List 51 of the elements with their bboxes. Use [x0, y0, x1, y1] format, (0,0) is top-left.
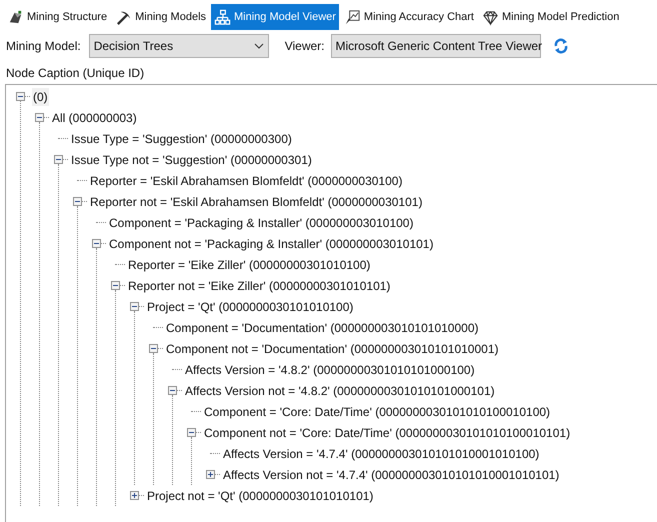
tree-node-label[interactable]: Component not = 'Documentation' (000000003010101010001) — [165, 340, 500, 358]
collapse-icon[interactable] — [92, 239, 101, 248]
tab[interactable]: Mining Accuracy Chart — [340, 4, 477, 30]
column-header: Node Caption (Unique ID) — [6, 65, 144, 82]
tree-node-label[interactable]: (0) — [32, 88, 49, 106]
tree-node-label[interactable]: Issue Type = 'Suggestion' (00000000300) — [70, 130, 293, 148]
tree-node-label[interactable]: Affects Version not = '4.7.4' (000000003010101010001010101) — [222, 466, 560, 484]
tab[interactable]: Mining Structure — [4, 4, 110, 30]
tab[interactable]: Mining Models — [112, 4, 210, 30]
chart-icon — [344, 8, 361, 26]
tree-node-label[interactable]: Reporter = 'Eskil Abrahamsen Blomfeldt' (0000000030100) — [89, 172, 404, 190]
collapse-icon[interactable] — [35, 113, 44, 122]
tree-node-label[interactable]: Component not = 'Core: Date/Time' (0000000030101010100010101) — [203, 424, 572, 442]
expand-icon[interactable] — [130, 491, 139, 500]
dropdown-value: Microsoft Generic Content Tree Viewer — [336, 38, 542, 55]
pickaxe-icon — [115, 8, 132, 26]
tree-node-label[interactable]: Reporter not = 'Eskil Abrahamsen Blomfeldt' (0000000030101) — [89, 192, 424, 210]
tree-node-label[interactable]: Issue Type not = 'Suggestion' (00000000301) — [70, 150, 313, 168]
tree-node-label[interactable]: Affects Version not = '4.8.2' (00000000301010101000101) — [184, 382, 496, 400]
expand-icon[interactable] — [206, 470, 215, 479]
tree-node-label[interactable]: Component = 'Documentation' (000000003010101010000) — [165, 318, 480, 336]
dropdown[interactable]: Decision Trees — [88, 34, 269, 58]
collapse-icon[interactable] — [73, 197, 82, 206]
tree-node-label[interactable]: Project = 'Qt' (0000000030101010100) — [146, 298, 354, 316]
collapse-icon[interactable] — [111, 281, 120, 290]
collapse-icon[interactable] — [130, 302, 139, 311]
tree-node-label[interactable]: Component = 'Packaging & Installer' (000000003010100) — [108, 214, 414, 232]
refresh-icon[interactable] — [552, 37, 568, 55]
tree-node-label[interactable]: Component = 'Core: Date/Time' (0000000030101010100010100) — [203, 402, 552, 420]
tree-node-label[interactable]: Reporter not = 'Eike Ziller' (00000000301010101) — [127, 276, 392, 294]
cube-icon — [7, 8, 24, 26]
tab[interactable]: Mining Model Prediction — [478, 4, 622, 30]
collapse-icon[interactable] — [16, 92, 25, 101]
dropdown[interactable]: Microsoft Generic Content Tree Viewer — [330, 34, 540, 58]
dropdown-value: Decision Trees — [94, 38, 174, 55]
diamond-icon — [482, 8, 499, 26]
chevron-down-icon — [254, 43, 264, 49]
mining-model-label: Mining Model: — [6, 38, 81, 55]
collapse-icon[interactable] — [168, 386, 177, 395]
tree-node-label[interactable]: Reporter = 'Eike Ziller' (00000000301010100) — [127, 256, 372, 274]
tree-node-label[interactable]: Component not = 'Packaging & Installer' (000000003010101) — [108, 234, 434, 252]
viewer-label: Viewer: — [284, 38, 324, 55]
collapse-icon[interactable] — [54, 155, 63, 164]
tree-node-label[interactable]: All (000000003) — [51, 108, 138, 126]
collapse-icon[interactable] — [149, 344, 158, 353]
collapse-icon[interactable] — [187, 428, 196, 437]
tab[interactable]: Mining Model Viewer — [211, 4, 339, 30]
tree-node-label[interactable]: Affects Version = '4.8.2' (00000000301010101000100) — [184, 360, 476, 378]
tree-node-label[interactable]: Affects Version = '4.7.4' (000000003010101010001010100) — [222, 444, 540, 462]
hierarchy-icon — [214, 8, 232, 26]
tree-node-label[interactable]: Project not = 'Qt' (0000000030101010101) — [146, 486, 374, 504]
